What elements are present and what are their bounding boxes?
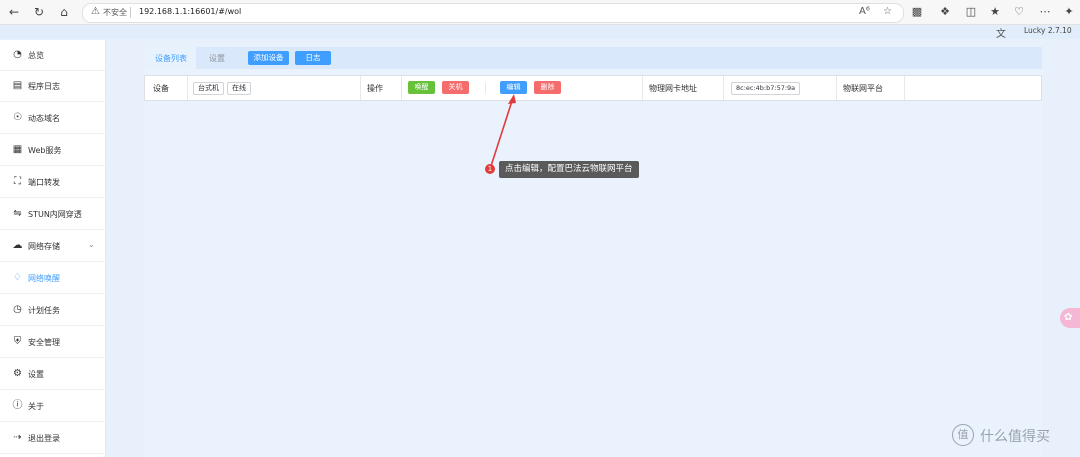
annotation-arrow-line — [490, 100, 513, 167]
annotation-number-badge: 1 — [485, 164, 495, 174]
watermark-logo: 值 — [952, 424, 974, 446]
floating-assistant-widget[interactable]: ✿ — [1060, 308, 1080, 328]
assistant-icon: ✿ — [1064, 312, 1073, 323]
annotation-arrow — [490, 94, 516, 167]
annotation-arrow-head — [508, 94, 516, 104]
annotation-callout: 点击编辑，配置巴法云物联网平台 — [499, 161, 639, 178]
watermark-text: 什么值得买 — [980, 429, 1050, 445]
